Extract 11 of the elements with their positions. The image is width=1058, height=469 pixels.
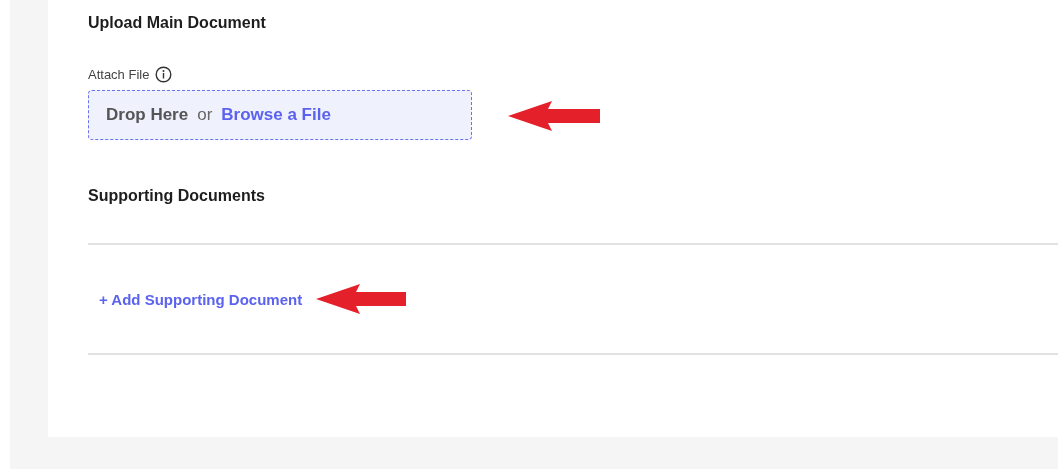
section-title: Upload Main Document [88,14,267,32]
file-dropzone[interactable]: Drop Here or Browse a File [88,90,472,140]
section-title: Supporting Documents [88,187,266,205]
arrow-icon [316,283,407,315]
dropzone-text: or [197,105,213,125]
add-document-link[interactable]: + Add Supporting Document [99,290,303,308]
info-icon[interactable] [155,66,173,83]
dropzone-text: Drop Here [106,105,189,125]
arrow-icon [508,99,600,132]
field-label: Attach File [88,67,150,82]
browse-link[interactable]: Browse a File [221,105,331,125]
